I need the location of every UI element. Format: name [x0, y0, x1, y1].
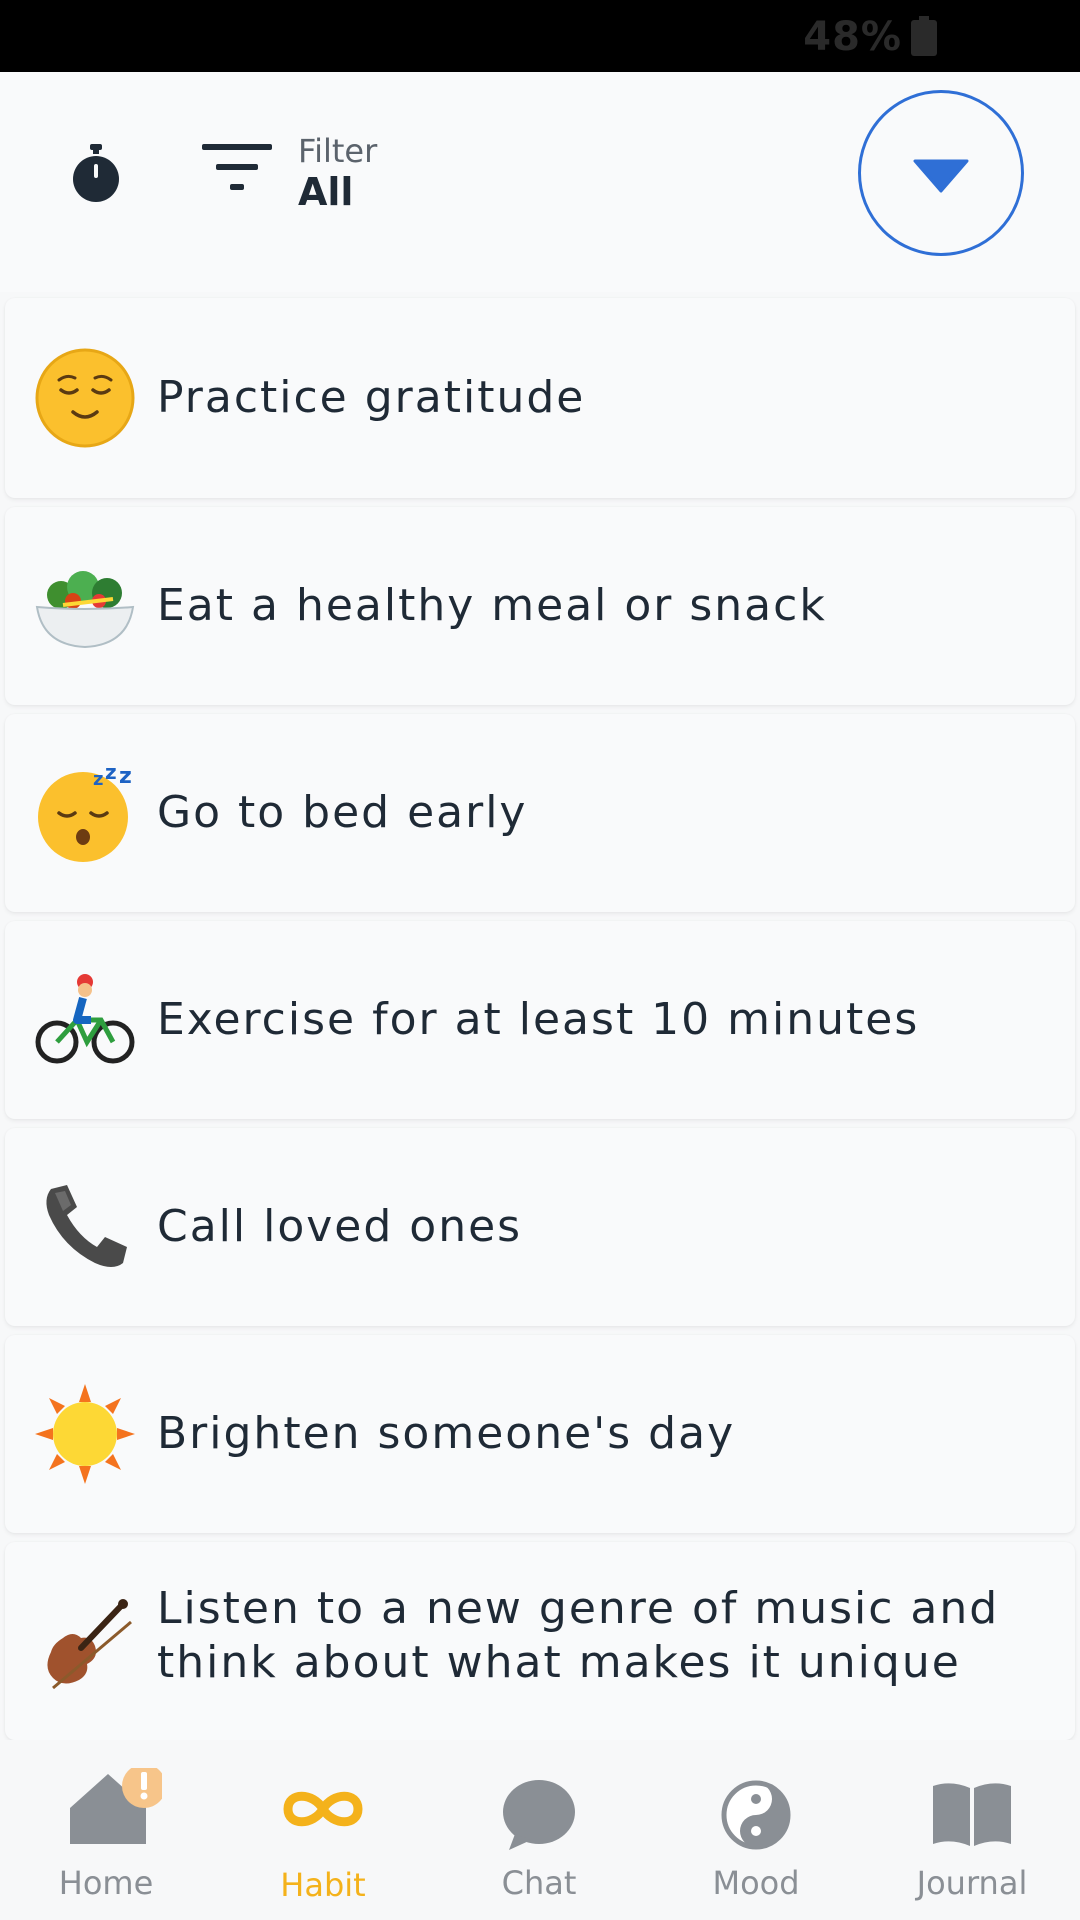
habit-label: Practice gratitude: [157, 372, 586, 423]
habit-label: Listen to a new genre of music and think…: [157, 1583, 1000, 1688]
tab-label: Chat: [501, 1864, 577, 1902]
violin-icon: [47, 1599, 132, 1690]
tab-habit[interactable]: Habit: [223, 1740, 423, 1920]
tab-chat[interactable]: Chat: [439, 1740, 639, 1920]
header-bar: Filter All: [0, 72, 1080, 292]
expand-dropdown-button[interactable]: [858, 90, 1024, 256]
infinity-icon: [283, 1791, 363, 1827]
habit-label: Exercise for at least 10 minutes: [157, 994, 920, 1045]
status-bar: 48%: [0, 0, 1080, 72]
filter-label: Filter: [298, 132, 378, 170]
svg-text:z: z: [93, 769, 103, 790]
habit-card[interactable]: Brighten someone's day: [5, 1335, 1075, 1533]
home-icon: [70, 1768, 162, 1844]
tab-label: Journal: [916, 1864, 1028, 1902]
bottom-tab-bar: Home Habit Chat Mood Journal: [0, 1740, 1080, 1920]
svg-text:z: z: [119, 764, 132, 789]
tab-label: Home: [58, 1864, 154, 1902]
tab-label: Mood: [712, 1864, 800, 1902]
filter-value: All: [298, 170, 354, 214]
open-book-icon: [933, 1783, 1011, 1846]
person-biking-icon: [35, 974, 135, 1064]
habit-card[interactable]: Call loved ones: [5, 1128, 1075, 1326]
stopwatch-icon[interactable]: [70, 142, 122, 204]
relieved-face-icon: [35, 348, 135, 448]
filter-button[interactable]: Filter All: [196, 124, 426, 234]
habit-label: Brighten someone's day: [157, 1408, 736, 1459]
habit-card[interactable]: Eat a healthy meal or snack: [5, 507, 1075, 705]
habit-card[interactable]: z z z Go to bed early: [5, 714, 1075, 912]
svg-text:z: z: [105, 761, 117, 784]
tab-home[interactable]: Home: [6, 1740, 206, 1920]
tab-label: Habit: [280, 1866, 366, 1904]
chat-bubble-icon: [503, 1780, 575, 1850]
tab-journal[interactable]: Journal: [872, 1740, 1072, 1920]
sleeping-face-icon: z z z: [38, 761, 132, 862]
yin-yang-icon: [721, 1780, 791, 1850]
battery-percentage: 48%: [803, 14, 902, 60]
telephone-receiver-icon: [46, 1185, 127, 1267]
filter-icon: [202, 144, 272, 190]
tab-mood[interactable]: Mood: [656, 1740, 856, 1920]
habit-card[interactable]: Exercise for at least 10 minutes: [5, 921, 1075, 1119]
habit-label: Eat a healthy meal or snack: [157, 580, 827, 631]
habit-card[interactable]: Practice gratitude: [5, 298, 1075, 498]
habit-label: Go to bed early: [157, 787, 528, 838]
habit-card[interactable]: Listen to a new genre of music and think…: [5, 1542, 1075, 1740]
salad-bowl-icon: [35, 571, 135, 649]
sun-icon: [35, 1384, 135, 1484]
battery-icon: [911, 16, 937, 56]
habit-label: Call loved ones: [157, 1201, 523, 1252]
caret-down-icon: [913, 159, 969, 193]
